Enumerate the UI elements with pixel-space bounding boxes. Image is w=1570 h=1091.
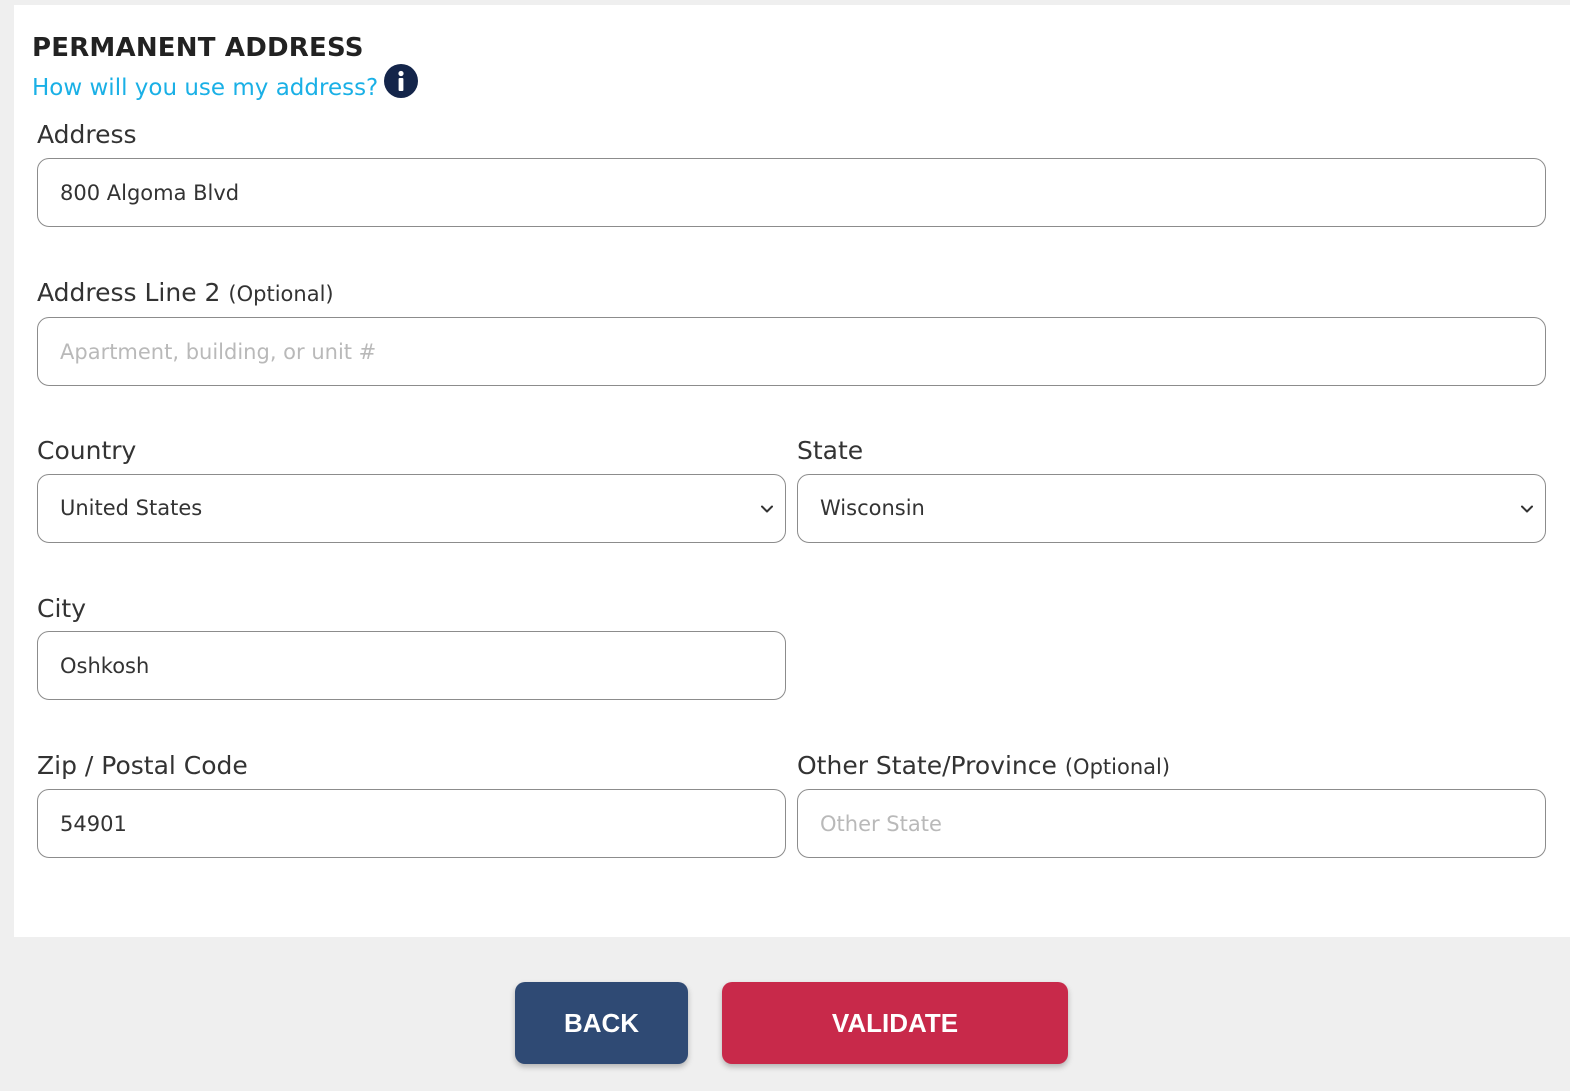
address-label-text: Address <box>37 120 137 149</box>
country-label-text: Country <box>37 436 137 465</box>
back-button[interactable]: BACK <box>515 982 688 1064</box>
optional-tag: (Optional) <box>1064 755 1171 779</box>
address-line2-input[interactable] <box>37 317 1546 386</box>
city-label-text: City <box>37 594 86 623</box>
chevron-down-icon <box>1519 501 1535 517</box>
other-state-label: Other State/Province (Optional) <box>797 751 1170 780</box>
zip-label: Zip / Postal Code <box>37 751 248 780</box>
zip-label-text: Zip / Postal Code <box>37 751 248 780</box>
address-label: Address <box>37 120 137 149</box>
zip-input[interactable] <box>37 789 786 858</box>
chevron-down-icon <box>759 501 775 517</box>
state-selected-value: Wisconsin <box>820 496 925 520</box>
address-input[interactable] <box>37 158 1546 227</box>
city-input[interactable] <box>37 631 786 700</box>
section-title: PERMANENT ADDRESS <box>32 33 364 63</box>
how-use-address-link[interactable]: How will you use my address? <box>32 75 378 101</box>
optional-tag: (Optional) <box>228 282 334 306</box>
state-label-text: State <box>797 436 864 465</box>
state-select[interactable]: Wisconsin <box>797 474 1546 543</box>
country-select[interactable]: United States <box>37 474 786 543</box>
city-label: City <box>37 594 86 623</box>
validate-button[interactable]: VALIDATE <box>722 982 1068 1064</box>
address-line2-label-text: Address Line 2 <box>37 278 221 307</box>
other-state-label-text: Other State/Province <box>797 751 1057 780</box>
address-line2-label: Address Line 2 (Optional) <box>37 278 334 307</box>
country-label: Country <box>37 436 136 465</box>
help-row: How will you use my address? <box>32 64 419 104</box>
other-state-input[interactable] <box>797 789 1546 858</box>
country-selected-value: United States <box>60 496 203 520</box>
info-icon[interactable] <box>384 64 419 98</box>
state-label: State <box>797 436 863 465</box>
